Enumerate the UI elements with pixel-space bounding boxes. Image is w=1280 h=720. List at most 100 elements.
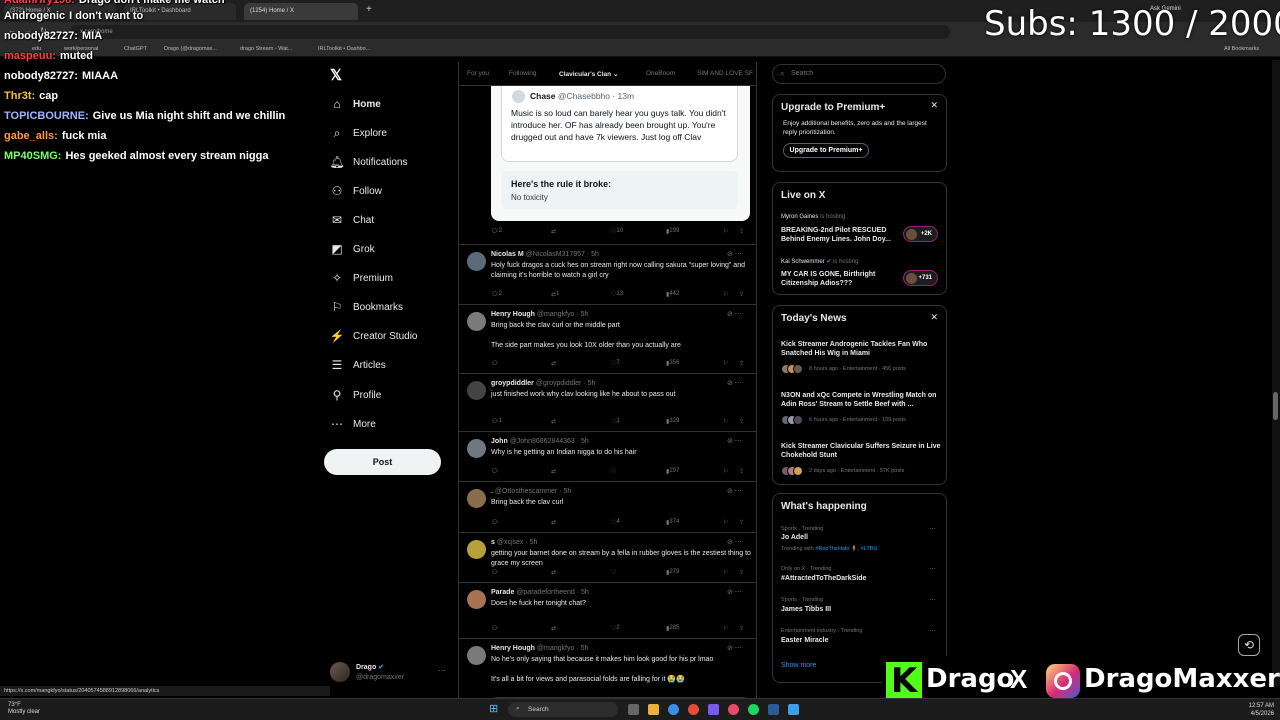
more-icon[interactable]: ⋯: [438, 666, 446, 675]
post-author[interactable]: Henry Hough: [491, 311, 535, 318]
gemini-icon[interactable]: ⟲: [1238, 634, 1260, 656]
nav-bookmarks[interactable]: ⚐ Bookmarks: [330, 297, 403, 317]
post[interactable]: . @Ottosthescammer · 5h ⊘ ⋯ Bring back the…: [459, 481, 756, 532]
post-options-icon[interactable]: ⊘ ⋯: [727, 588, 742, 596]
trend-name[interactable]: Jo Adell: [781, 534, 808, 541]
bookmark-item[interactable]: drago Stream - Wat...: [240, 46, 292, 52]
share-icon[interactable]: ⇪: [739, 569, 744, 576]
repost-button[interactable]: ⇄: [551, 360, 556, 367]
views-button[interactable]: ▮ 285: [666, 625, 679, 632]
trend-name[interactable]: #AttractedToTheDarkSide: [781, 575, 866, 582]
bookmark-item[interactable]: Drago (@dragomax...: [164, 46, 217, 52]
post-options-icon[interactable]: ⊘ ⋯: [727, 310, 742, 318]
tab-for-you[interactable]: For you: [467, 70, 489, 77]
trend-name[interactable]: James Tibbs III: [781, 606, 831, 613]
nav-creator-studio[interactable]: ⚡ Creator Studio: [330, 326, 418, 346]
spotify-icon[interactable]: [748, 704, 759, 715]
account-switcher[interactable]: Drago ✔ @dragomaxxer ⋯: [330, 662, 448, 686]
avatar[interactable]: [467, 439, 486, 458]
nav-chat[interactable]: ✉ Chat: [330, 210, 374, 230]
live-host[interactable]: Kai Schwemmer ✔ is hosting: [781, 258, 858, 265]
post-header[interactable]: . @Ottosthescammer · 5h: [491, 488, 571, 495]
more-icon[interactable]: ⋯: [929, 565, 936, 573]
like-button[interactable]: ♡ 4: [611, 519, 620, 526]
reply-button[interactable]: 💬︎: [491, 625, 499, 632]
post[interactable]: John @John86862844363 · 5h ⊘ ⋯ Why is he g…: [459, 431, 756, 481]
post-author[interactable]: s: [491, 539, 495, 546]
share-icon[interactable]: ⇪: [739, 228, 744, 235]
reply-button[interactable]: 💬︎: [491, 360, 499, 367]
live-listener-count[interactable]: +731: [903, 270, 938, 286]
post-header[interactable]: John @John86862844363 · 5h: [491, 438, 589, 445]
url-input[interactable]: x.com/home: [70, 25, 950, 39]
live-stream-title[interactable]: BREAKING-2nd Pilot RESCUED Behind Enemy …: [781, 226, 899, 244]
new-tab-icon[interactable]: +: [366, 4, 372, 15]
live-host[interactable]: Myron Gaines is hosting: [781, 214, 845, 220]
search-input[interactable]: ⌕ Search: [772, 64, 946, 84]
repost-button[interactable]: ⇄: [551, 569, 556, 576]
bookmark-icon[interactable]: ⚐: [723, 625, 728, 632]
app-icon[interactable]: [788, 704, 799, 715]
post-author[interactable]: groypdiddler: [491, 380, 534, 387]
avatar[interactable]: [467, 252, 486, 271]
like-button[interactable]: ♡ 2: [611, 625, 620, 632]
browser-tab-active[interactable]: (1254) Home / X: [244, 3, 358, 20]
reply-button[interactable]: 💬︎: [491, 569, 499, 576]
post-header[interactable]: groypdiddler @groypdiddler · 5h: [491, 380, 595, 387]
live-listener-count[interactable]: +2K: [903, 226, 938, 242]
nav-grok[interactable]: ◩ Grok: [330, 239, 374, 259]
more-icon[interactable]: ⋯: [929, 525, 936, 533]
task-view-icon[interactable]: [628, 704, 639, 715]
trend-name[interactable]: Easter Miracle: [781, 637, 828, 644]
nav-articles[interactable]: ☰ Articles: [330, 355, 386, 375]
share-icon[interactable]: ⇪: [739, 418, 744, 425]
post-header[interactable]: Nicolas M @NicolasM317957 · 5h: [491, 251, 599, 258]
taskbar-search[interactable]: ⌕ Search: [508, 702, 618, 717]
bookmark-icon[interactable]: ⚐: [723, 418, 728, 425]
tab-clavicular-clan[interactable]: Clavicular's Clan ⌄: [559, 70, 618, 78]
nav-explore[interactable]: ⌕ Explore: [330, 123, 387, 143]
views-button[interactable]: ▮ 279: [666, 569, 679, 576]
repost-button[interactable]: ⇄ 1: [551, 291, 559, 298]
post-options-icon[interactable]: ⊘ ⋯: [727, 644, 742, 652]
steam-icon[interactable]: [768, 704, 779, 715]
avatar[interactable]: [467, 646, 486, 665]
views-button[interactable]: ▮ 442: [666, 291, 679, 298]
post-options-icon[interactable]: ⊘ ⋯: [727, 250, 742, 258]
post-header[interactable]: s @xcjsex · 5h: [491, 539, 537, 546]
post[interactable]: Parade @paradefortheend · 5h ⊘ ⋯ Does he f…: [459, 582, 756, 638]
post-header[interactable]: Parade @paradefortheend · 5h: [491, 589, 589, 596]
reply-button[interactable]: 💬︎ 1: [491, 418, 502, 425]
post[interactable]: Henry Hough @mangkfyo · 5h ⊘ ⋯ No he's onl…: [459, 638, 756, 702]
reply-button[interactable]: 💬︎: [491, 519, 499, 526]
repost-button[interactable]: ⇄: [551, 468, 556, 475]
more-icon[interactable]: ⋯: [929, 596, 936, 604]
post[interactable]: s @xcjsex · 5h ⊘ ⋯ getting your barnet don…: [459, 532, 756, 582]
post[interactable]: Nicolas M @NicolasM317957 · 5h ⊘ ⋯ Holy fu…: [459, 244, 756, 304]
like-button[interactable]: ♡: [611, 468, 616, 475]
live-stream-title[interactable]: MY CAR IS GONE, Birthright Citizenship A…: [781, 270, 899, 288]
like-button[interactable]: ♡: [611, 569, 616, 576]
views-button[interactable]: ▮ 329: [666, 418, 679, 425]
obs-icon[interactable]: [728, 704, 739, 715]
post-options-icon[interactable]: ⊘ ⋯: [727, 538, 742, 546]
like-button[interactable]: ♡ 10: [611, 228, 623, 235]
avatar[interactable]: [467, 312, 486, 331]
taskbar-clock[interactable]: 12:57 AM 4/5/2026: [1228, 702, 1274, 718]
views-button[interactable]: ▮ 297: [666, 468, 679, 475]
share-icon[interactable]: ⇪: [739, 468, 744, 475]
repost-button[interactable]: ⇄: [551, 519, 556, 526]
news-headline[interactable]: Kick Streamer Androgenic Tackles Fan Who…: [781, 340, 941, 358]
post-author[interactable]: Parade: [491, 589, 514, 596]
tab-sim-and-love[interactable]: SIM AND LOVE SF: [697, 70, 753, 77]
views-button[interactable]: ▮ 356: [666, 360, 679, 367]
tab-following[interactable]: Following: [509, 70, 536, 77]
reply-button[interactable]: 💬︎ 2: [491, 228, 502, 235]
share-icon[interactable]: ⇪: [739, 291, 744, 298]
share-icon[interactable]: ⇪: [739, 519, 744, 526]
scrollbar-thumb[interactable]: [1273, 392, 1278, 420]
bookmark-icon[interactable]: ⚐: [723, 291, 728, 298]
quoted-post[interactable]: Chase @Chasebbho · 13m Music is so loud …: [501, 86, 738, 162]
views-button[interactable]: ▮ 374: [666, 519, 679, 526]
post-options-icon[interactable]: ⊘ ⋯: [727, 487, 742, 495]
